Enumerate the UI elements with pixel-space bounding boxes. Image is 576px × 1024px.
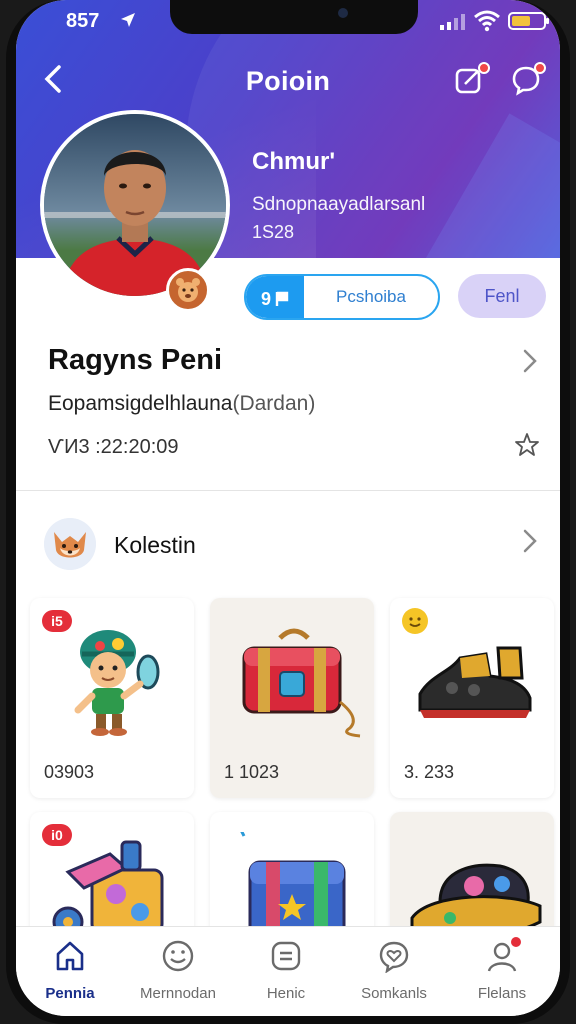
signal-icon [440, 14, 466, 35]
hero-info: Chmur' Sdnopnaayadlarsanl 1S28 [252, 148, 425, 243]
chat-icon[interactable] [510, 62, 546, 98]
profile-description-main: Eopamsigdelhlauna [48, 392, 233, 415]
profile-details: Ragyns Peni Eopamsigdelhlauna(Dardan) ѴИ… [16, 340, 560, 490]
tab-label: Flelans [477, 985, 527, 1002]
helmet-kid-icon [30, 618, 194, 748]
chevron-right-icon[interactable] [522, 528, 538, 561]
fox-avatar-icon [44, 518, 96, 570]
card-value: 3. 233 [404, 762, 455, 782]
tab-home[interactable]: Pennia [16, 939, 124, 1009]
phone-frame: 857 Poioin Chmur' Sdnopnaayadlarsanl 1S2… [6, 0, 570, 1024]
chevron-right-icon[interactable] [522, 348, 538, 381]
profile-name: Ragyns Peni [48, 344, 223, 376]
tab-label: Henic [266, 985, 306, 1002]
top-nav: Poioin [16, 56, 560, 106]
follow-button[interactable]: 9 Pcshoiba [244, 274, 440, 320]
lion-badge-icon [166, 268, 210, 312]
hero-name: Chmur' [252, 148, 336, 175]
collection-label: Kolestin [114, 532, 196, 558]
tab-label: Mernnodan [140, 985, 216, 1002]
tab-label: Somkanls [361, 985, 427, 1002]
hero-subtitle: Sdnopnaayadlarsanl [252, 194, 426, 215]
person-icon [485, 937, 521, 973]
notification-dot [511, 937, 521, 947]
heart-chat-icon [377, 939, 411, 974]
battery-icon [508, 12, 549, 30]
status-time: 857 [66, 10, 100, 32]
wifi-icon [474, 10, 500, 37]
profile-timestamp: ѴИ3 :22:20:09 [48, 436, 179, 458]
notch [170, 0, 418, 34]
action-buttons: 9 Pcshoiba Fenl [16, 274, 560, 322]
follow-count: 9 [246, 276, 304, 318]
collection-card[interactable]: 1 1023 [210, 598, 374, 798]
secondary-button[interactable]: Fenl [458, 274, 546, 318]
collection-card[interactable]: i5 03903 [30, 598, 194, 798]
notification-dot [534, 62, 546, 74]
tab-social[interactable]: Somkanls [340, 939, 448, 1009]
card-value: 03903 [44, 762, 95, 782]
card-value: 1 1023 [224, 762, 280, 782]
collection-row[interactable]: Kolestin [16, 516, 560, 572]
card-icon [269, 939, 303, 973]
screen: 857 Poioin Chmur' Sdnopnaayadlarsanl 1S2… [16, 0, 560, 1016]
profile-description-muted: (Dardan) [232, 392, 316, 415]
star-icon[interactable] [514, 432, 540, 458]
smile-icon [161, 939, 195, 973]
sneaker-icon [390, 618, 554, 748]
tab-profile[interactable]: Flelans [448, 937, 556, 1009]
home-icon [53, 939, 87, 973]
follow-label: Pcshoiba [336, 287, 406, 306]
location-arrow-icon [120, 12, 136, 32]
edit-icon[interactable] [454, 62, 490, 98]
profile-description: Eopamsigdelhlauna(Dardan) [48, 392, 315, 416]
divider [16, 490, 560, 491]
notification-dot [478, 62, 490, 74]
tab-label: Pennia [45, 985, 95, 1002]
tab-card[interactable]: Henic [232, 939, 340, 1009]
flag-icon [275, 291, 289, 306]
collection-card[interactable]: 3. 233 [390, 598, 554, 798]
bottom-tab-bar: Pennia Mernnodan Henic Somkanls Flelans [16, 926, 560, 1016]
treasure-chest-icon [210, 618, 374, 748]
avatar[interactable] [40, 110, 230, 300]
tab-smile[interactable]: Mernnodan [124, 939, 232, 1009]
follow-count-label: 9 [260, 288, 271, 309]
hero-number: 1S28 [252, 222, 295, 242]
